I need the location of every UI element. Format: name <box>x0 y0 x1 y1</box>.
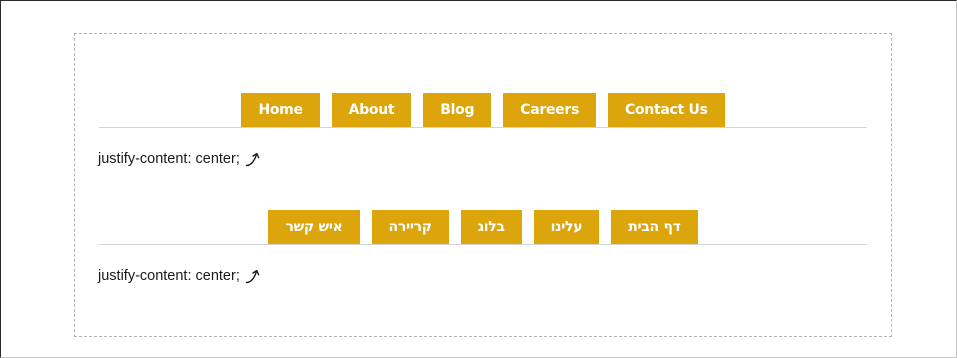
nav-item-careers-he[interactable]: קריירה <box>371 210 449 244</box>
nav-item-blog-he[interactable]: בלוג <box>460 210 522 244</box>
caption-rtl: justify-content: center; <box>98 268 261 284</box>
nav-ltr: Home About Blog Careers Contact Us <box>99 93 867 128</box>
nav-item-contact-us[interactable]: Contact Us <box>607 93 725 127</box>
nav-item-about[interactable]: About <box>331 93 412 127</box>
nav-item-about-he[interactable]: עלינו <box>533 210 600 244</box>
nav-item-contact-he[interactable]: איש קשר <box>268 210 360 244</box>
nav-item-home-he[interactable]: דף הבית <box>611 210 698 244</box>
browser-viewport: Home About Blog Careers Contact Us justi… <box>0 0 957 358</box>
caption-ltr: justify-content: center; <box>98 151 261 167</box>
nav-item-home[interactable]: Home <box>241 93 320 127</box>
nav-item-careers[interactable]: Careers <box>503 93 596 127</box>
nav-item-blog[interactable]: Blog <box>423 93 492 127</box>
curved-arrow-icon <box>245 268 261 284</box>
caption-text: justify-content: center; <box>98 268 240 284</box>
curved-arrow-icon <box>245 151 261 167</box>
nav-rtl: דף הבית עלינו בלוג קריירה איש קשר <box>99 210 867 245</box>
demo-container: Home About Blog Careers Contact Us justi… <box>74 33 892 337</box>
caption-text: justify-content: center; <box>98 151 240 167</box>
